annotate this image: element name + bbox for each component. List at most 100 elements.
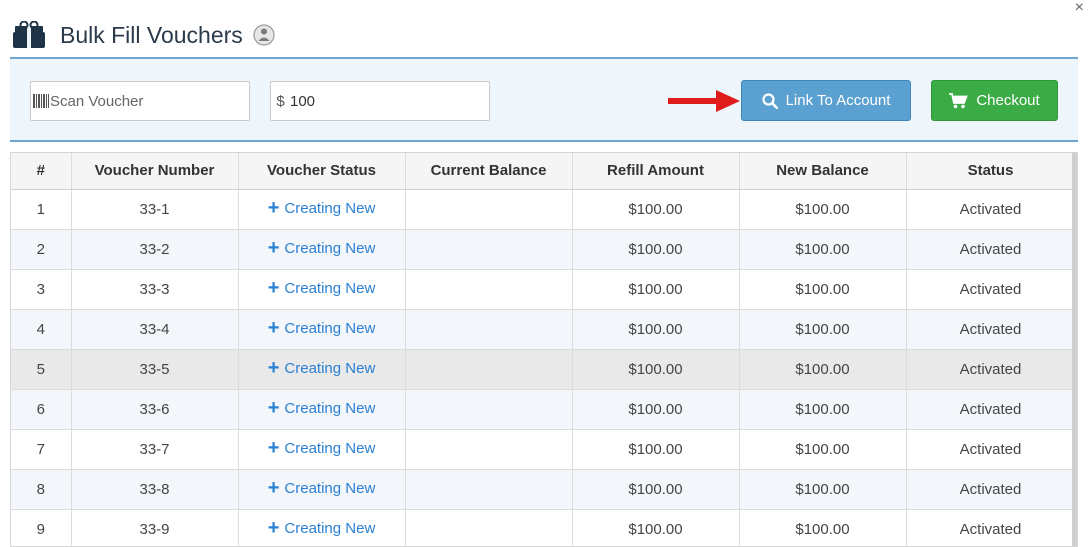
current-balance (405, 509, 573, 546)
status: Activated (906, 269, 1076, 310)
new-balance: $100.00 (739, 469, 907, 510)
refill-amount: $100.00 (572, 389, 740, 430)
vertical-scrollbar[interactable] (1072, 153, 1077, 546)
voucher-status-label: Creating New (284, 359, 376, 377)
plus-icon: + (267, 317, 280, 340)
row-number: 4 (11, 309, 72, 350)
link-to-account-label: Link To Account (785, 92, 891, 109)
creating-new-link[interactable]: + Creating New (267, 277, 376, 300)
voucher-status-cell: + Creating New (238, 469, 406, 510)
table-row[interactable]: 3 33-3 + Creating New $100.00 $100.00 Activate… (11, 269, 1076, 310)
row-number: 3 (11, 269, 72, 310)
creating-new-link[interactable]: + Creating New (268, 358, 376, 378)
help-icon[interactable] (253, 24, 275, 46)
link-to-account-button[interactable]: Link To Account (741, 80, 911, 121)
status: Activated (906, 469, 1076, 510)
amount-field[interactable]: $ (270, 81, 490, 121)
new-balance: $100.00 (739, 509, 907, 546)
creating-new-link[interactable]: + Creating New (268, 478, 376, 498)
column-header[interactable]: Voucher Number (71, 153, 239, 190)
creating-new-link[interactable]: + Creating New (267, 317, 376, 340)
dollar-prefix: $ (276, 92, 285, 110)
table-row[interactable]: 2 33-2 + Creating New $100.00 $100.00 Activate… (11, 229, 1076, 270)
vouchers-table: # Voucher Number Voucher Status Current … (11, 153, 1076, 546)
voucher-status-label: Creating New (284, 279, 376, 297)
voucher-number: 33-5 (71, 349, 239, 390)
status: Activated (906, 349, 1076, 390)
column-header[interactable]: Status (906, 153, 1076, 190)
current-balance (405, 389, 573, 430)
scan-voucher-field[interactable] (30, 81, 250, 121)
current-balance (405, 189, 573, 230)
annotation-arrow-icon (668, 90, 740, 112)
search-icon (761, 92, 778, 109)
status: Activated (906, 309, 1076, 350)
barcode-icon (31, 94, 50, 108)
column-header[interactable]: New Balance (739, 153, 907, 190)
toolbar: $ Link To Account Checkout (10, 57, 1078, 142)
plus-icon: + (267, 277, 280, 300)
voucher-status-label: Creating New (284, 399, 376, 417)
voucher-status-cell: + Creating New (238, 389, 406, 430)
row-number: 6 (11, 389, 72, 430)
refill-amount: $100.00 (572, 269, 740, 310)
plus-icon: + (267, 197, 280, 220)
dialog-header: Bulk Fill Vouchers (12, 18, 275, 52)
creating-new-link[interactable]: + Creating New (268, 518, 376, 538)
voucher-status-cell: + Creating New (238, 349, 406, 390)
voucher-status-cell: + Creating New (238, 309, 406, 350)
column-header[interactable]: Refill Amount (572, 153, 740, 190)
creating-new-link[interactable]: + Creating New (267, 397, 376, 420)
table-row[interactable]: 1 33-1 + Creating New $100.00 $100.00 Activate… (11, 189, 1076, 230)
column-header[interactable]: Voucher Status (238, 153, 406, 190)
column-header[interactable]: Current Balance (405, 153, 573, 190)
gift-icon (13, 21, 45, 48)
current-balance (405, 429, 573, 470)
row-number: 8 (11, 469, 72, 510)
voucher-status-cell: + Creating New (238, 229, 406, 270)
current-balance (405, 309, 573, 350)
row-number: 1 (11, 189, 72, 230)
creating-new-link[interactable]: + Creating New (267, 237, 376, 260)
checkout-button[interactable]: Checkout (931, 80, 1058, 121)
voucher-status-label: Creating New (284, 199, 376, 217)
row-number: 7 (11, 429, 72, 470)
creating-new-link[interactable]: + Creating New (268, 438, 376, 458)
column-header[interactable]: # (11, 153, 72, 190)
vouchers-table-container: # Voucher Number Voucher Status Current … (10, 152, 1078, 547)
voucher-number: 33-2 (71, 229, 239, 270)
plus-icon: + (267, 237, 280, 260)
table-row[interactable]: 5 33-5 + Creating New $100.00 $100.00 Activate… (11, 349, 1076, 390)
voucher-number: 33-6 (71, 389, 239, 430)
table-row[interactable]: 6 33-6 + Creating New $100.00 $100.00 Activate… (11, 389, 1076, 430)
checkout-label: Checkout (976, 92, 1040, 109)
refill-amount: $100.00 (572, 469, 740, 510)
table-row[interactable]: 7 33-7 + Creating New $100.00 $100.00 Activate… (11, 429, 1076, 470)
refill-amount: $100.00 (572, 509, 740, 546)
voucher-status-cell: + Creating New (238, 429, 406, 470)
table-row[interactable]: 9 33-9 + Creating New $100.00 $100.00 Activate… (11, 509, 1076, 546)
status: Activated (906, 189, 1076, 230)
current-balance (405, 269, 573, 310)
refill-amount: $100.00 (572, 349, 740, 390)
status: Activated (906, 509, 1076, 546)
close-button[interactable]: × (1075, 0, 1084, 16)
row-number: 2 (11, 229, 72, 270)
voucher-number: 33-4 (71, 309, 239, 350)
voucher-status-cell: + Creating New (238, 269, 406, 310)
voucher-status-cell: + Creating New (238, 509, 406, 546)
table-header-row: # Voucher Number Voucher Status Current … (11, 153, 1076, 190)
refill-amount: $100.00 (572, 229, 740, 270)
new-balance: $100.00 (739, 229, 907, 270)
row-number: 9 (11, 509, 72, 546)
amount-input[interactable] (290, 82, 489, 120)
table-row[interactable]: 4 33-4 + Creating New $100.00 $100.00 Activate… (11, 309, 1076, 350)
creating-new-link[interactable]: + Creating New (267, 197, 376, 220)
new-balance: $100.00 (739, 269, 907, 310)
refill-amount: $100.00 (572, 189, 740, 230)
voucher-number: 33-9 (71, 509, 239, 546)
table-row[interactable]: 8 33-8 + Creating New $100.00 $100.00 Activate… (11, 469, 1076, 510)
new-balance: $100.00 (739, 309, 907, 350)
scan-voucher-input[interactable] (50, 82, 249, 120)
plus-icon: + (267, 397, 280, 420)
